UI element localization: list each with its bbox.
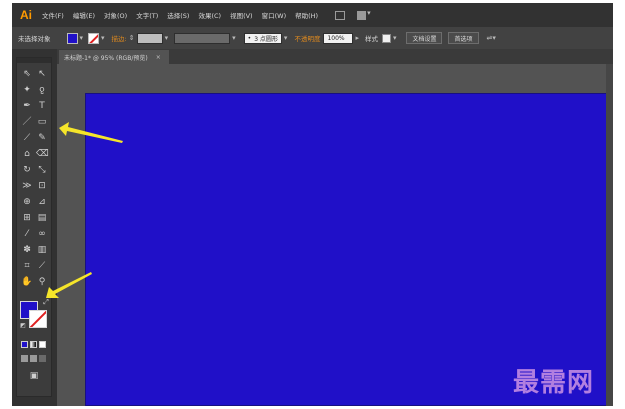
stroke-dropdown-icon[interactable]: ▾ (101, 34, 105, 42)
style-label: 样式 (364, 35, 378, 43)
graphic-style-swatch[interactable] (381, 33, 391, 43)
draw-behind-icon[interactable] (30, 355, 37, 362)
stroke-color-box[interactable] (29, 310, 47, 328)
pencil-tool-icon[interactable]: ✎ (36, 132, 48, 144)
zoom-tool-icon[interactable]: ⚲ (36, 276, 48, 288)
graphic-style-dropdown-icon[interactable]: ▾ (393, 34, 397, 42)
watermark: 最需网 (513, 368, 595, 398)
brush-dropdown-icon[interactable]: ▾ (284, 34, 288, 42)
opacity-dropdown-icon[interactable]: ▸ (355, 34, 359, 42)
lasso-tool-icon[interactable]: ჹ (36, 84, 48, 96)
column-graph-tool-icon[interactable]: ▥ (36, 244, 48, 256)
stroke-weight-field[interactable] (136, 32, 163, 44)
rectangle-tool-icon[interactable]: ▭ (36, 116, 48, 128)
scale-tool-icon[interactable]: ⤡ (36, 164, 48, 176)
brush-definition-value: 3 点圆形 (254, 35, 278, 43)
control-bar: 未选择对象 ▾ ▾ 描边: ⇕ ▾ ▾ • 3 点圆形 ▾ 不透明度 100% ▸… (12, 27, 613, 50)
free-transform-tool-icon[interactable]: ⊡ (36, 180, 48, 192)
mesh-tool-icon[interactable]: ⊞ (21, 212, 33, 224)
rotate-tool-icon[interactable]: ↻ (21, 164, 33, 176)
line-tool-icon[interactable]: ／ (21, 116, 33, 128)
vertical-scrollbar[interactable] (606, 64, 613, 406)
blob-brush-tool-icon[interactable]: ⌂ (21, 148, 33, 160)
selection-tool-icon[interactable]: ⇖ (21, 68, 33, 80)
stroke-stepper-icon[interactable]: ⇕ (129, 34, 135, 42)
tools-panel-grip[interactable] (17, 58, 51, 63)
fill-swatch[interactable] (66, 32, 78, 44)
selection-status: 未选择对象 (18, 35, 51, 43)
illustrator-window: Ai 文件(F) 编辑(E) 对象(O) 文字(T) 选择(S) 效果(C) 视… (12, 3, 613, 406)
eyedropper-tool-icon[interactable]: ⁄ (21, 228, 33, 240)
arrange-icon[interactable]: ⇌▾ (487, 34, 496, 42)
menu-select[interactable]: 选择(S) (167, 10, 189, 20)
draw-inside-icon[interactable] (39, 355, 46, 362)
width-tool-icon[interactable]: ≫ (21, 180, 33, 192)
magic-wand-tool-icon[interactable]: ✦ (21, 84, 33, 96)
stroke-label[interactable]: 描边: (112, 33, 127, 43)
stroke-weight-dropdown-icon[interactable]: ▾ (165, 34, 169, 42)
variable-width-field[interactable] (174, 32, 231, 44)
hand-tool-icon[interactable]: ✋ (21, 276, 33, 288)
slice-tool-icon[interactable]: ⟋ (36, 260, 48, 272)
document-tab[interactable]: 未标题-1* @ 95% (RGB/预览) × (59, 50, 169, 64)
screen-mode-icon[interactable]: ▣ (28, 370, 40, 382)
color-mode-icon[interactable] (21, 341, 28, 348)
brush-dot-icon: • (247, 34, 252, 42)
app-logo: Ai (20, 8, 32, 22)
menu-file[interactable]: 文件(F) (42, 10, 64, 20)
fill-dropdown-icon[interactable]: ▾ (80, 34, 84, 42)
document-tab-title: 未标题-1* @ 95% (RGB/预览) (64, 54, 148, 62)
gradient-mode-icon[interactable] (30, 341, 37, 348)
shape-builder-tool-icon[interactable]: ⊕ (21, 196, 33, 208)
close-icon[interactable]: × (156, 54, 161, 61)
preferences-button[interactable]: 首选项 (448, 32, 479, 44)
gradient-tool-icon[interactable]: ▤ (36, 212, 48, 224)
none-mode-icon[interactable] (39, 341, 46, 348)
eraser-tool-icon[interactable]: ⌫ (36, 148, 49, 160)
artboard-tool-icon[interactable]: ⌗ (21, 260, 33, 272)
perspective-grid-tool-icon[interactable]: ⊿ (36, 196, 48, 208)
opacity-label[interactable]: 不透明度 (294, 33, 320, 43)
stroke-swatch[interactable] (88, 32, 100, 44)
tools-panel: ⇖ ↖ ✦ ჹ ✒ T ／ ▭ ⟋ ✎ ⌂ ⌫ ↻ ⤡ ≫ ⊡ ⊕ ⊿ ⊞ ▤ … (16, 57, 52, 397)
menu-type[interactable]: 文字(T) (136, 10, 158, 20)
type-tool-icon[interactable]: T (36, 100, 48, 112)
canvas-area[interactable] (57, 64, 613, 406)
menu-bar: Ai 文件(F) 编辑(E) 对象(O) 文字(T) 选择(S) 效果(C) 视… (12, 3, 613, 27)
swap-fill-stroke-icon[interactable]: ⤢ (40, 296, 52, 308)
arrange-documents-icon[interactable] (357, 9, 373, 20)
pen-tool-icon[interactable]: ✒ (21, 100, 33, 112)
opacity-field[interactable]: 100% (323, 32, 354, 44)
bridge-icon[interactable] (335, 10, 346, 20)
variable-width-dropdown-icon[interactable]: ▾ (232, 34, 236, 42)
document-setup-button[interactable]: 文档设置 (406, 32, 443, 44)
blend-tool-icon[interactable]: ∞ (36, 228, 48, 240)
direct-selection-tool-icon[interactable]: ↖ (36, 68, 48, 80)
menu-object[interactable]: 对象(O) (104, 10, 127, 20)
symbol-sprayer-tool-icon[interactable]: ✽ (21, 244, 33, 256)
menu-edit[interactable]: 编辑(E) (73, 10, 95, 20)
brush-definition-field[interactable]: • 3 点圆形 (243, 32, 282, 44)
default-fill-stroke-icon[interactable]: ◩ (17, 320, 29, 332)
document-tab-bar: 未标题-1* @ 95% (RGB/预览) × (57, 49, 613, 64)
artboard[interactable] (85, 93, 607, 406)
menu-window[interactable]: 窗口(W) (262, 10, 287, 20)
menu-effect[interactable]: 效果(C) (198, 10, 221, 20)
menu-view[interactable]: 视图(V) (230, 10, 253, 20)
menu-help[interactable]: 帮助(H) (295, 10, 318, 20)
paintbrush-tool-icon[interactable]: ⟋ (21, 132, 33, 144)
draw-normal-icon[interactable] (21, 355, 28, 362)
